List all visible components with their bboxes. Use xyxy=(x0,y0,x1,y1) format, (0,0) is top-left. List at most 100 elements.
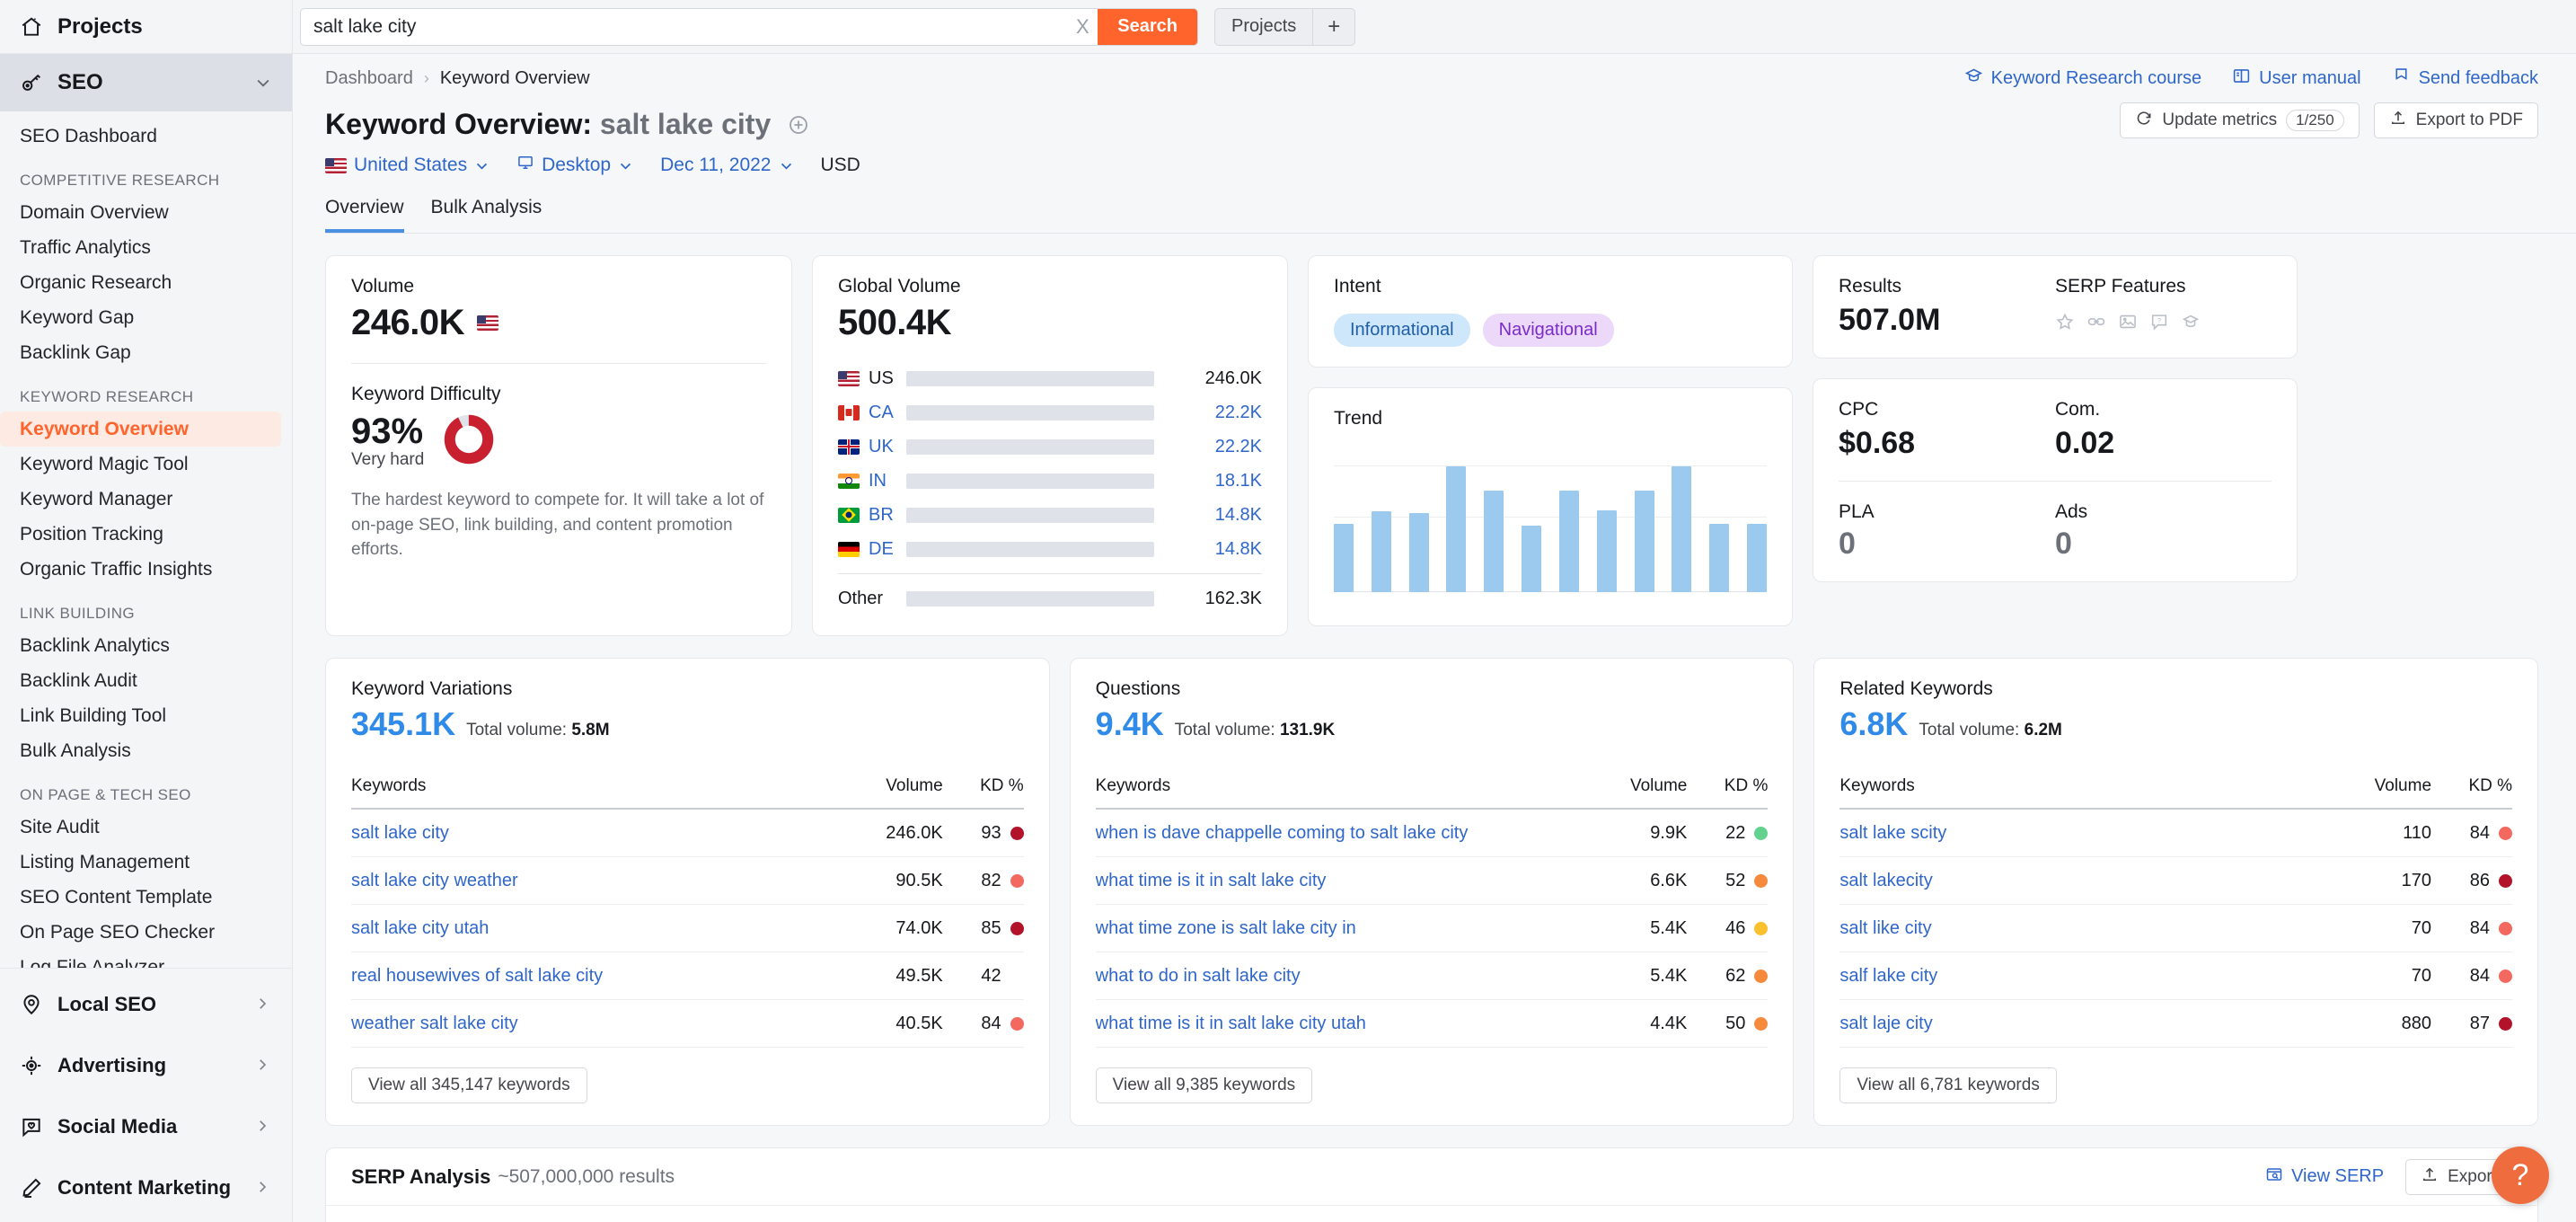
sidebar-item-backlink-audit[interactable]: Backlink Audit xyxy=(0,663,292,698)
table-row[interactable]: when is dave chappelle coming to salt la… xyxy=(1095,810,1769,858)
sidebar-item-keyword-magic-tool[interactable]: Keyword Magic Tool xyxy=(0,447,292,482)
sidebar-item-seo-content-template[interactable]: SEO Content Template xyxy=(0,880,292,915)
column-header-volume[interactable]: Volume xyxy=(844,776,942,796)
table-row[interactable]: salf lake city 70 84 xyxy=(1839,952,2513,1001)
tab-bulk-analysis[interactable]: Bulk Analysis xyxy=(431,197,543,233)
table-row[interactable]: what to do in salt lake city 5.4K 62 xyxy=(1095,952,1769,1001)
sidebar-item-social-media[interactable]: Social Media xyxy=(0,1096,292,1157)
column-header-volume[interactable]: Volume xyxy=(1588,776,1687,796)
sidebar-item-projects[interactable]: Projects xyxy=(0,0,292,54)
device-selector[interactable]: Desktop xyxy=(516,154,633,177)
table-row[interactable]: real housewives of salt lake city 49.5K 42 xyxy=(351,952,1024,1001)
trend-bar[interactable] xyxy=(1334,524,1354,593)
sidebar-item-keyword-overview[interactable]: Keyword Overview xyxy=(0,412,281,447)
row-keyword[interactable]: salt lakecity xyxy=(1839,871,2333,891)
sidebar-item-backlink-gap[interactable]: Backlink Gap xyxy=(0,335,292,370)
column-header-kd[interactable]: KD % xyxy=(943,776,1024,796)
sidebar-item-site-audit[interactable]: Site Audit xyxy=(0,810,292,845)
row-keyword[interactable]: salt lake city weather xyxy=(351,871,844,891)
tab-overview[interactable]: Overview xyxy=(325,197,404,234)
trend-bar[interactable] xyxy=(1558,490,1579,593)
view-all-button[interactable]: View all 9,385 keywords xyxy=(1095,1067,1313,1104)
row-keyword[interactable]: salt lake scity xyxy=(1839,823,2333,844)
sidebar-item-on-page-seo-checker[interactable]: On Page SEO Checker xyxy=(0,915,292,950)
faq-icon[interactable]: ? xyxy=(2149,312,2169,336)
help-button[interactable]: ? xyxy=(2492,1147,2549,1204)
row-keyword[interactable]: salt laje city xyxy=(1839,1014,2333,1034)
image-icon[interactable] xyxy=(2118,312,2138,336)
table-row[interactable]: salt lake city 246.0K 93 xyxy=(351,810,1024,858)
sidebar-item-domain-overview[interactable]: Domain Overview xyxy=(0,195,292,230)
trend-bar[interactable] xyxy=(1446,466,1467,593)
sidebar-item-link-building-tool[interactable]: Link Building Tool xyxy=(0,698,292,733)
table-row[interactable]: what time is it in salt lake city utah 4.… xyxy=(1095,1000,1769,1049)
intent-chip-navigational[interactable]: Navigational xyxy=(1482,314,1614,348)
trend-bar[interactable] xyxy=(1484,490,1504,593)
send-feedback-link[interactable]: Send feedback xyxy=(2392,66,2538,91)
column-header-keywords[interactable]: Keywords xyxy=(1839,776,2333,796)
chevron-down-icon[interactable] xyxy=(254,74,272,92)
sidebar-item-organic-traffic-insights[interactable]: Organic Traffic Insights xyxy=(0,552,292,587)
sidebar-item-log-file-analyzer[interactable]: Log File Analyzer xyxy=(0,950,292,969)
trend-bar[interactable] xyxy=(1522,525,1542,593)
row-keyword[interactable]: salt lake city xyxy=(351,823,844,844)
column-header-keywords[interactable]: Keywords xyxy=(1096,776,1589,796)
intent-chip-informational[interactable]: Informational xyxy=(1334,314,1470,348)
table-row[interactable]: salt like city 70 84 xyxy=(1839,905,2513,953)
row-keyword[interactable]: what time is it in salt lake city xyxy=(1096,871,1589,891)
clear-search-icon[interactable]: X xyxy=(1067,15,1098,39)
table-row[interactable]: salt lake city utah 74.0K 85 xyxy=(351,905,1024,953)
table-row[interactable]: what time zone is salt lake city in 5.4K 4… xyxy=(1095,905,1769,953)
global-volume-row[interactable]: BR 14.8K xyxy=(838,498,1262,532)
view-all-button[interactable]: View all 6,781 keywords xyxy=(1839,1067,2057,1104)
column-header-kd[interactable]: KD % xyxy=(1687,776,1769,796)
row-keyword[interactable]: what time zone is salt lake city in xyxy=(1096,918,1589,939)
trend-bar[interactable] xyxy=(1634,490,1654,593)
search-button[interactable]: Search xyxy=(1098,8,1197,45)
table-row[interactable]: salt lakecity 170 86 xyxy=(1839,857,2513,906)
table-row[interactable]: salt laje city 880 87 xyxy=(1839,1000,2513,1049)
sidebar-item-advertising[interactable]: Advertising xyxy=(0,1035,292,1096)
sidebar-item-seo-dashboard[interactable]: SEO Dashboard xyxy=(0,119,292,154)
row-keyword[interactable]: what time is it in salt lake city utah xyxy=(1096,1014,1589,1034)
sidebar-item-bulk-analysis[interactable]: Bulk Analysis xyxy=(0,733,292,768)
column-header-kd[interactable]: KD % xyxy=(2431,776,2512,796)
star-icon[interactable] xyxy=(2055,312,2075,336)
global-volume-row[interactable]: UK 22.2K xyxy=(838,429,1262,464)
search-input[interactable] xyxy=(301,15,1068,38)
global-volume-row[interactable]: CA 22.2K xyxy=(838,395,1262,429)
sidebar-item-local-seo[interactable]: Local SEO xyxy=(0,974,292,1035)
table-row[interactable]: weather salt lake city 40.5K 84 xyxy=(351,1000,1024,1049)
sidebar-item-organic-research[interactable]: Organic Research xyxy=(0,265,292,300)
global-volume-row[interactable]: DE 14.8K xyxy=(838,532,1262,566)
table-row[interactable]: salt lake scity 110 84 xyxy=(1839,810,2513,858)
row-keyword[interactable]: what to do in salt lake city xyxy=(1096,966,1589,987)
trend-bar[interactable] xyxy=(1596,510,1617,593)
plus-circle-icon[interactable] xyxy=(788,110,809,143)
sidebar-item-keyword-gap[interactable]: Keyword Gap xyxy=(0,300,292,335)
projects-button[interactable]: Projects xyxy=(1215,9,1312,45)
country-selector[interactable]: United States xyxy=(325,155,490,176)
row-keyword[interactable]: real housewives of salt lake city xyxy=(351,966,844,987)
trend-bar[interactable] xyxy=(1709,524,1730,593)
breadcrumb-dashboard[interactable]: Dashboard xyxy=(325,68,413,89)
sidebar-item-listing-management[interactable]: Listing Management xyxy=(0,845,292,880)
sidebar-item-backlink-analytics[interactable]: Backlink Analytics xyxy=(0,628,292,663)
row-keyword[interactable]: weather salt lake city xyxy=(351,1014,844,1034)
column-header-volume[interactable]: Volume xyxy=(2333,776,2431,796)
view-all-button[interactable]: View all 345,147 keywords xyxy=(351,1067,587,1104)
date-selector[interactable]: Dec 11, 2022 xyxy=(660,155,793,176)
sidebar-item-traffic-analytics[interactable]: Traffic Analytics xyxy=(0,230,292,265)
knowledge-panel-icon[interactable] xyxy=(2181,312,2201,336)
user-manual-link[interactable]: User manual xyxy=(2232,66,2361,91)
trend-bar[interactable] xyxy=(1746,524,1767,593)
trend-bar[interactable] xyxy=(1672,466,1692,593)
table-row[interactable]: salt lake city weather 90.5K 82 xyxy=(351,857,1024,906)
keyword-research-course-link[interactable]: Keyword Research course xyxy=(1964,66,2201,91)
sidebar-item-keyword-manager[interactable]: Keyword Manager xyxy=(0,482,292,517)
view-serp-link[interactable]: View SERP xyxy=(2265,1165,2384,1189)
trend-bar[interactable] xyxy=(1371,511,1391,593)
global-volume-row[interactable]: US 246.0K xyxy=(838,361,1262,395)
sidebar-item-content-marketing[interactable]: Content Marketing xyxy=(0,1157,292,1218)
row-keyword[interactable]: salt lake city utah xyxy=(351,918,844,939)
